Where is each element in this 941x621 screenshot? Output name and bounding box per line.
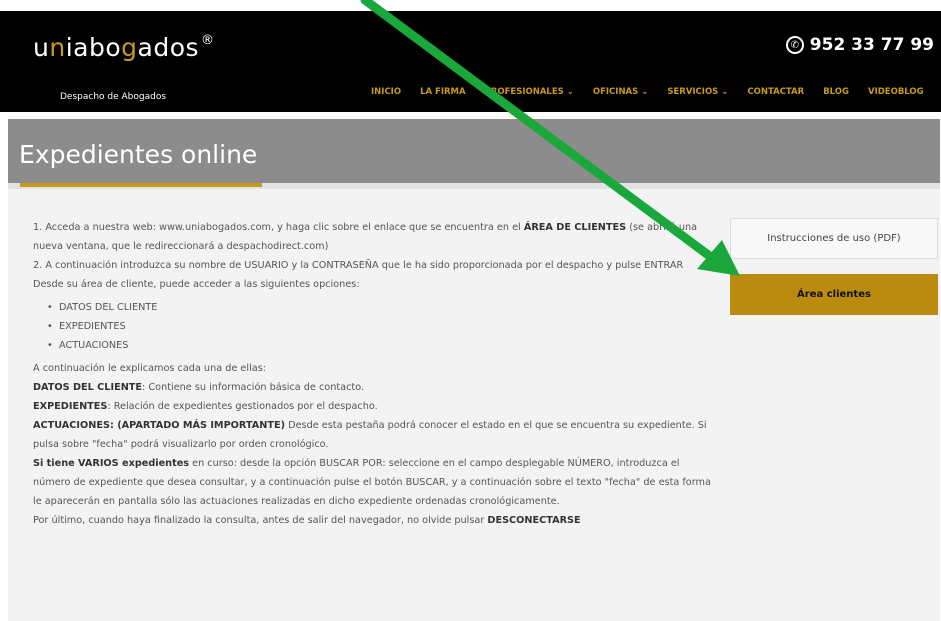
- nav-item-inicio[interactable]: INICIO: [371, 87, 401, 97]
- step-1-bold: ÁREA DE CLIENTES: [523, 222, 627, 233]
- step-1-text: 1. Acceda a nuestra web: www.uniabogados…: [33, 222, 524, 233]
- logo-text: g: [121, 33, 138, 62]
- def-term-note: (APARTADO MÁS IMPORTANTE): [117, 420, 286, 431]
- list-item: ACTUACIONES: [47, 336, 713, 355]
- options-list: DATOS DEL CLIENTE EXPEDIENTES ACTUACIONE…: [47, 298, 713, 355]
- logo-text: n: [49, 33, 66, 62]
- closing-text: Por último, cuando haya finalizado la co…: [33, 515, 488, 526]
- nav-item-oficinas[interactable]: OFICINAS ⌄: [593, 87, 649, 97]
- def-text: : Relación de expedientes gestionados po…: [107, 401, 378, 412]
- registered-mark: ®: [201, 33, 215, 48]
- closing-bold: DESCONECTARSE: [487, 515, 581, 526]
- def-expedientes: EXPEDIENTES: Relación de expedientes ges…: [33, 397, 713, 416]
- page-title: Expedientes online: [19, 140, 258, 169]
- site-header: uniabogados ® Despacho de Abogados ✆ 952 …: [0, 11, 941, 112]
- options-intro: Desde su área de cliente, puede acceder …: [33, 279, 360, 290]
- top-strip: [0, 0, 941, 11]
- nav-item-contactar[interactable]: CONTACTAR: [747, 87, 804, 97]
- list-item: EXPEDIENTES: [47, 317, 713, 336]
- logo[interactable]: uniabogados ®: [33, 33, 215, 62]
- explanation-intro: A continuación le explicamos cada una de…: [33, 363, 267, 374]
- nav-item-blog[interactable]: BLOG: [823, 87, 849, 97]
- logo-text: iabo: [65, 33, 122, 62]
- def-term: Si tiene VARIOS expedientes: [33, 458, 190, 469]
- nav-item-videoblog[interactable]: VIDEOBLOG: [868, 87, 924, 97]
- instructions-pdf-button[interactable]: Instrucciones de uso (PDF): [730, 218, 938, 259]
- page-hero: Expedientes online: [8, 119, 940, 186]
- def-term: EXPEDIENTES: [33, 401, 108, 412]
- closing-note: Por último, cuando haya finalizado la co…: [33, 511, 713, 530]
- def-actuaciones: ACTUACIONES: (APARTADO MÁS IMPORTANTE) D…: [33, 416, 713, 454]
- main-nav: INICIO LA FIRMA PROFESIONALES ⌄ OFICINAS…: [371, 87, 924, 97]
- def-term: DATOS DEL CLIENTE: [33, 382, 143, 393]
- logo-tagline: Despacho de Abogados: [60, 92, 167, 102]
- def-text: : Contiene su información básica de cont…: [142, 382, 365, 393]
- client-area-button[interactable]: Área clientes: [730, 274, 938, 315]
- def-varios: Si tiene VARIOS expedientes en curso: de…: [33, 454, 713, 511]
- step-2: 2. A continuación introduzca su nombre d…: [33, 260, 684, 271]
- step-1: 1. Acceda a nuestra web: www.uniabogados…: [33, 218, 713, 256]
- nav-item-profesionales[interactable]: PROFESIONALES ⌄: [485, 87, 574, 97]
- def-term: ACTUACIONES: [33, 420, 110, 431]
- phone-text: 952 33 77 99: [809, 35, 934, 55]
- instructions-text: 1. Acceda a nuestra web: www.uniabogados…: [33, 218, 713, 530]
- nav-item-la-firma[interactable]: LA FIRMA: [420, 87, 466, 97]
- nav-item-servicios[interactable]: SERVICIOS ⌄: [667, 87, 728, 97]
- list-item: DATOS DEL CLIENTE: [47, 298, 713, 317]
- phone-icon: ✆: [785, 36, 804, 54]
- logo-text: ados: [137, 33, 200, 62]
- phone-number[interactable]: ✆ 952 33 77 99: [785, 35, 934, 55]
- logo-text: u: [33, 33, 50, 62]
- def-datos: DATOS DEL CLIENTE: Contiene su informaci…: [33, 378, 713, 397]
- title-accent-bar: [20, 183, 262, 187]
